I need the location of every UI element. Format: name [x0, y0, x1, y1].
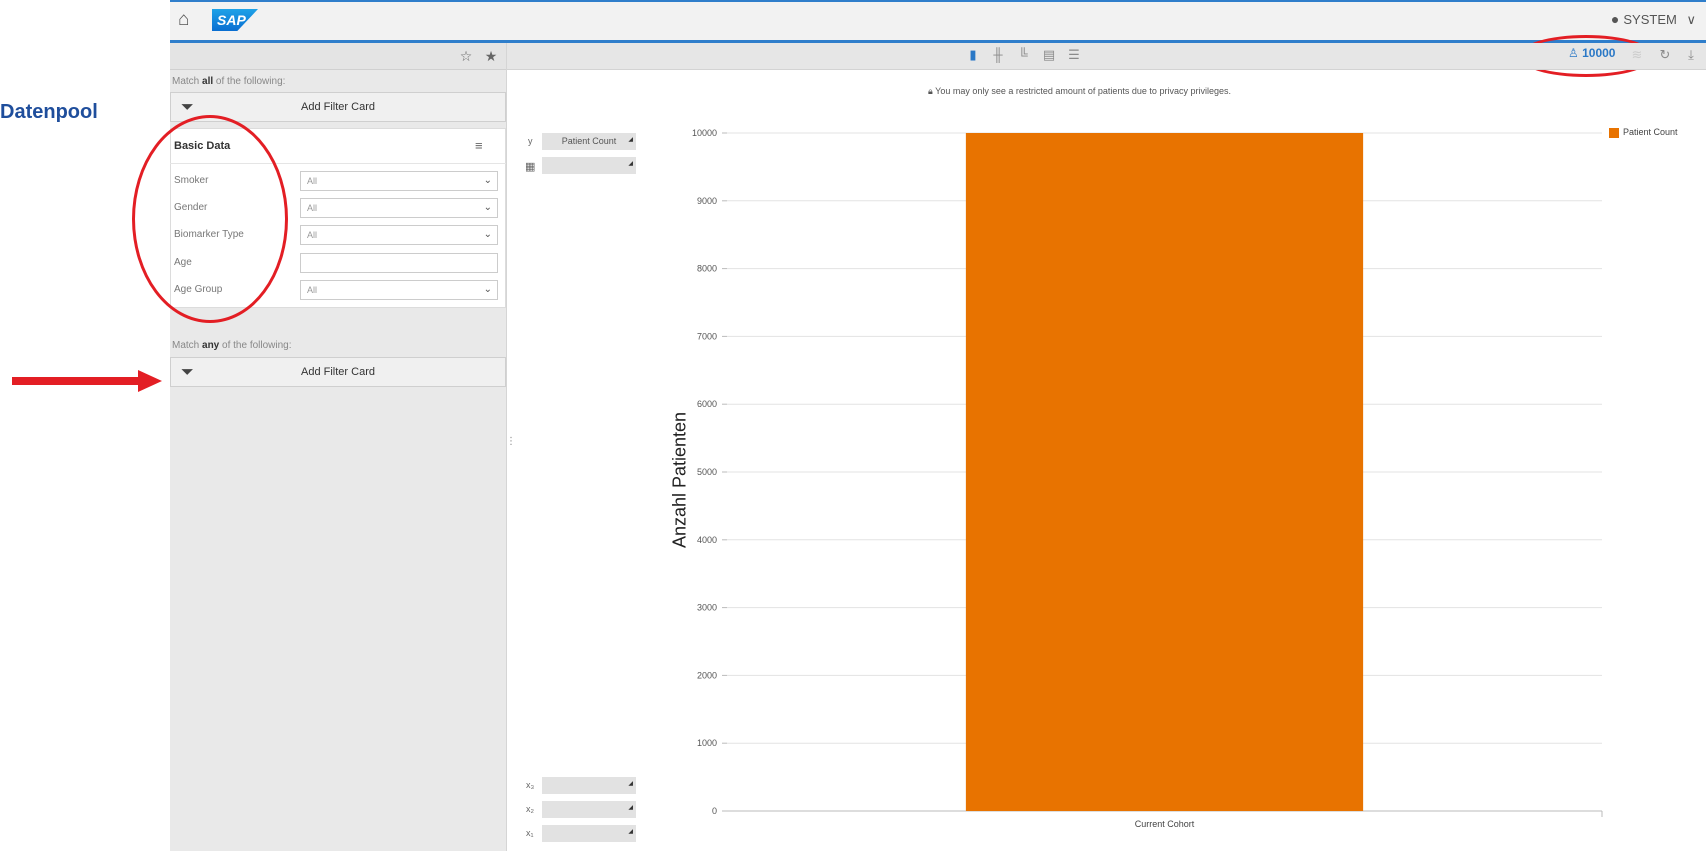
bookmark-list-icon[interactable]: ★	[482, 47, 500, 65]
match-any-label: Match any of the following:	[172, 340, 292, 351]
chevron-down-icon: ⌄	[483, 284, 492, 295]
user-icon: ●	[1610, 11, 1620, 27]
x3-axis-label: x₃	[526, 780, 535, 790]
card-menu-icon[interactable]: ≡	[475, 138, 483, 153]
y-tick-label: 6000	[697, 399, 717, 409]
home-icon[interactable]: ⌂	[178, 10, 198, 29]
patient-count-badge[interactable]: ♙ 10000	[1568, 46, 1615, 60]
annotation-oval-filters	[132, 115, 288, 323]
y-axis-attribute-select[interactable]: Patient Count ◢	[542, 133, 636, 150]
y-axis-title: Anzahl Patienten	[669, 411, 690, 549]
chevron-down-icon: ⌄	[483, 229, 492, 240]
datenpool-annotation: Datenpool	[0, 101, 98, 123]
y-tick-label: 8000	[697, 264, 717, 274]
annotation-arrow	[12, 370, 162, 392]
shell-bar	[170, 0, 1706, 43]
filter-panel-toolbar	[170, 43, 506, 70]
x1-axis-select[interactable]: ◢	[542, 825, 636, 842]
bar-current-cohort	[965, 133, 1364, 811]
y-axis-prefix: y	[528, 136, 533, 146]
y-tick-label: 5000	[697, 467, 717, 477]
patient-icon: ♙	[1568, 46, 1579, 60]
chart-toolbar	[507, 43, 1706, 70]
chevron-down-icon: ⌄	[483, 175, 492, 186]
y-tick-label: 4000	[697, 535, 717, 545]
refresh-settings-icon[interactable]: ↻	[1656, 46, 1674, 64]
user-name: SYSTEM	[1623, 12, 1677, 27]
biomarker-type-select[interactable]: All ⌄	[300, 225, 498, 245]
lock-icon: 🔒︎	[928, 86, 933, 96]
boxplot-icon[interactable]: ╫	[989, 46, 1007, 64]
x2-axis-select[interactable]: ◢	[542, 801, 636, 818]
survival-chart-icon[interactable]: ╚	[1014, 46, 1032, 64]
chevron-down-icon: ∨	[1686, 12, 1696, 27]
y-tick-label: 7000	[697, 331, 717, 341]
category-icon[interactable]: ▦	[525, 160, 535, 173]
legend-label-patient-count: Patient Count	[1623, 127, 1678, 137]
bar-chart-icon[interactable]: ▮	[964, 46, 982, 64]
user-menu[interactable]: ● SYSTEM ∨	[1611, 11, 1696, 31]
x1-axis-label: x₁	[526, 828, 534, 838]
y-tick-label: 10000	[692, 128, 717, 138]
add-filter-card-button-any[interactable]: ⏷ Add Filter Card	[170, 357, 506, 387]
y-tick-label: 1000	[697, 738, 717, 748]
y-tick-label: 0	[712, 806, 717, 816]
layers-icon[interactable]: ≋	[1628, 46, 1646, 64]
match-all-label: Match all of the following:	[172, 76, 286, 87]
privacy-notice: 🔒︎ You may only see a restricted amount …	[928, 86, 1231, 96]
gender-select[interactable]: All ⌄	[300, 198, 498, 218]
chevron-down-icon: ⌄	[483, 202, 492, 213]
x-category-label: Current Cohort	[1135, 819, 1195, 829]
star-icon[interactable]: ☆	[457, 47, 475, 65]
patient-count-chart: 0 1000 2000 3000 4000 5000 6000 7000 8000 9000 100…	[692, 128, 1603, 829]
y-tick-label: 3000	[697, 603, 717, 613]
download-icon[interactable]: ⤓	[1682, 46, 1700, 64]
age-input[interactable]	[300, 253, 498, 273]
panel-resize-handle[interactable]: ⋮	[506, 437, 516, 454]
x3-axis-select[interactable]: ◢	[542, 777, 636, 794]
age-group-select[interactable]: All ⌄	[300, 280, 498, 300]
shell-accent-line	[170, 0, 1706, 2]
y-axis-category-select[interactable]: ◢	[542, 157, 636, 174]
variant-chart-icon[interactable]: ▤	[1040, 46, 1058, 64]
list-view-icon[interactable]: ☰	[1065, 46, 1083, 64]
y-tick-label: 9000	[697, 196, 717, 206]
x2-axis-label: x₂	[526, 804, 534, 814]
smoker-select[interactable]: All ⌄	[300, 171, 498, 191]
legend-swatch-patient-count	[1609, 128, 1619, 138]
y-tick-label: 2000	[697, 670, 717, 680]
